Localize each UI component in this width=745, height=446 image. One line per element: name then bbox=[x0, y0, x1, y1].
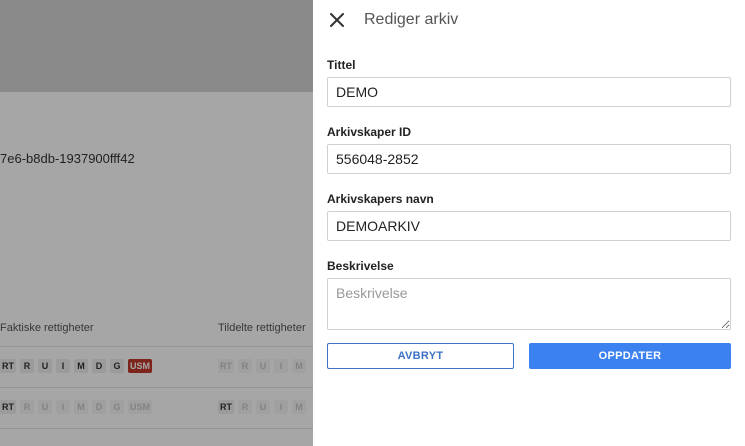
tittel-label: Tittel bbox=[327, 58, 356, 72]
field-beskrivelse: Beskrivelse bbox=[327, 259, 731, 335]
beskrivelse-label: Beskrivelse bbox=[327, 259, 394, 273]
field-arkivskapers-navn: Arkivskapers navn bbox=[327, 192, 731, 241]
modal-overlay[interactable] bbox=[0, 0, 313, 446]
tittel-input[interactable] bbox=[327, 77, 731, 107]
close-icon bbox=[330, 13, 344, 27]
arkivskaper-id-label: Arkivskaper ID bbox=[327, 125, 412, 139]
field-arkivskaper-id: Arkivskaper ID bbox=[327, 125, 731, 174]
arkivskapers-navn-label: Arkivskapers navn bbox=[327, 192, 434, 206]
close-button[interactable] bbox=[326, 9, 348, 31]
cancel-button[interactable]: AVBRYT bbox=[327, 343, 514, 369]
beskrivelse-textarea[interactable] bbox=[327, 278, 731, 330]
panel-title: Rediger arkiv bbox=[364, 11, 459, 28]
field-tittel: Tittel bbox=[327, 58, 731, 107]
update-button[interactable]: OPPDATER bbox=[529, 343, 731, 369]
arkivskaper-id-input[interactable] bbox=[327, 144, 731, 174]
panel-header: Rediger arkiv bbox=[326, 8, 458, 32]
arkivskapers-navn-input[interactable] bbox=[327, 211, 731, 241]
edit-archive-panel: Rediger arkiv Tittel Arkivskaper ID Arki… bbox=[313, 0, 745, 446]
